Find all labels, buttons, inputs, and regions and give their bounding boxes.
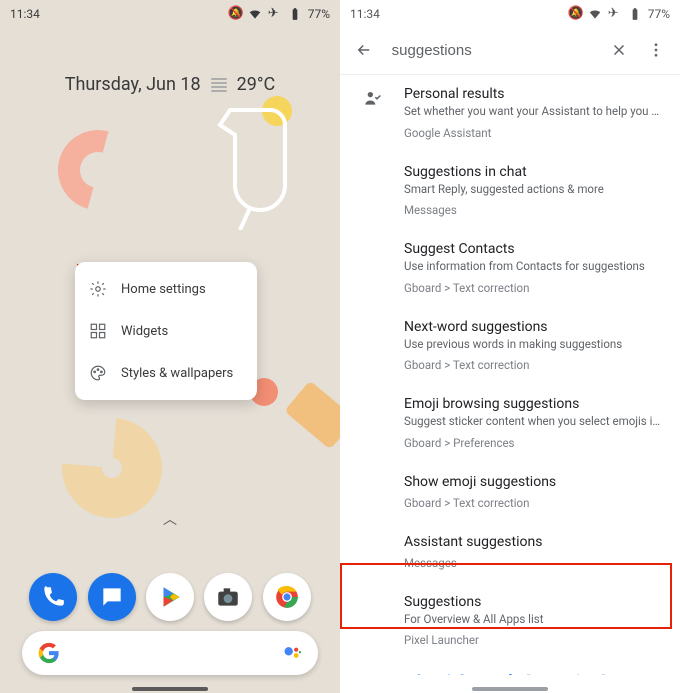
result-emoji-browsing[interactable]: Emoji browsing suggestions Suggest stick… [340,384,680,462]
status-bar: 11:34 🔕 ✈ 77% [340,0,680,28]
battery-icon [628,7,642,21]
palette-icon [89,364,107,382]
app-play-store[interactable] [146,573,194,621]
menu-home-settings-label: Home settings [121,282,206,297]
wifi-icon [248,7,262,21]
result-suggestions-in-chat[interactable]: Suggestions in chat Smart Reply, suggest… [340,152,680,230]
nav-bar-pill[interactable] [472,687,548,691]
result-assistant-suggestions[interactable]: Assistant suggestions Messages [340,522,680,582]
result-title: Personal results [404,86,664,102]
app-camera[interactable] [204,573,252,621]
home-context-menu: Home settings Widgets Styles & wallpaper… [75,262,257,400]
result-path: Gboard > Preferences [404,436,664,450]
result-show-emoji[interactable]: Show emoji suggestions Gboard > Text cor… [340,462,680,522]
result-title: Suggestions in chat [404,164,664,180]
status-icons: 🔕 ✈ 77% [568,7,670,21]
app-messages[interactable] [88,573,136,621]
menu-widgets-label: Widgets [121,324,168,339]
status-bar: 11:34 🔕 ✈ 77% [0,0,340,28]
battery-icon [288,7,302,21]
result-suggestions[interactable]: Suggestions For Overview & All Apps list… [340,582,680,660]
menu-styles[interactable]: Styles & wallpapers [75,352,257,394]
result-path: Google Assistant [404,126,664,140]
app-phone[interactable] [29,573,77,621]
temperature: 29°C [237,74,276,95]
result-path: Messages [404,203,664,217]
menu-widgets[interactable]: Widgets [75,310,257,352]
all-apps-caret[interactable]: ︿ [163,509,177,529]
support-search-link[interactable]: Search Support for "suggestions" [340,659,680,675]
result-personal-results[interactable]: Personal results Set whether you want yo… [340,74,680,152]
result-path: Messages [404,556,664,570]
person-check-icon [362,88,382,108]
more-vert-icon [647,41,665,59]
assistant-icon[interactable] [282,643,302,663]
battery-percent: 77% [308,7,330,21]
gear-icon [89,280,107,298]
messages-icon [99,584,125,610]
play-icon [157,584,183,610]
dnd-icon: 🔕 [228,7,242,21]
menu-styles-label: Styles & wallpapers [121,366,233,381]
phone-home-screen: 11:34 🔕 ✈ 77% Thursday, Jun 18 29°C Home… [0,0,340,693]
clear-button[interactable] [609,40,629,60]
result-desc: Set whether you want your Assistant to h… [404,104,664,120]
chrome-icon [274,584,300,610]
app-chrome[interactable] [263,573,311,621]
result-desc: For Overview & All Apps list [404,612,664,628]
close-icon [610,41,628,59]
phone-settings-search: 11:34 🔕 ✈ 77% Personal results Set wheth… [340,0,680,693]
settings-search-input[interactable] [392,42,591,59]
date-text: Thursday, Jun 18 [65,74,201,95]
result-path: Gboard > Text correction [404,496,664,510]
result-desc: Suggest sticker content when you select … [404,414,664,430]
result-title: Assistant suggestions [404,534,664,550]
result-suggest-contacts[interactable]: Suggest Contacts Use information from Co… [340,229,680,307]
google-search-bar[interactable] [22,631,318,675]
wifi-icon [588,7,602,21]
date-weather-widget[interactable]: Thursday, Jun 18 29°C [0,74,340,95]
status-time: 11:34 [350,7,380,21]
status-icons: 🔕 ✈ 77% [228,7,330,21]
result-desc: Use previous words in making suggestions [404,337,664,353]
result-path: Gboard > Text correction [404,358,664,372]
result-path: Pixel Launcher [404,633,664,647]
dock [0,573,340,621]
weather-fog-icon [211,78,227,92]
battery-percent: 77% [648,7,670,21]
result-path: Gboard > Text correction [404,281,664,295]
status-time: 11:34 [10,7,40,21]
result-next-word-suggestions[interactable]: Next-word suggestions Use previous words… [340,307,680,385]
result-title: Show emoji suggestions [404,474,664,490]
result-desc: Smart Reply, suggested actions & more [404,182,664,198]
result-title: Next-word suggestions [404,319,664,335]
result-title: Suggestions [404,594,664,610]
menu-home-settings[interactable]: Home settings [75,268,257,310]
arrow-left-icon [355,41,373,59]
airplane-icon: ✈ [268,7,282,21]
phone-icon [40,584,66,610]
google-g-icon [38,642,60,664]
widgets-icon [89,322,107,340]
result-title: Suggest Contacts [404,241,664,257]
result-desc: Use information from Contacts for sugges… [404,259,664,275]
nav-bar-pill[interactable] [132,687,208,691]
overflow-menu-button[interactable] [646,40,666,60]
dnd-icon: 🔕 [568,7,582,21]
result-title: Emoji browsing suggestions [404,396,664,412]
airplane-icon: ✈ [608,7,622,21]
back-button[interactable] [354,40,374,60]
search-results: Personal results Set whether you want yo… [340,74,680,675]
settings-search-header [340,28,680,75]
camera-icon [215,584,241,610]
